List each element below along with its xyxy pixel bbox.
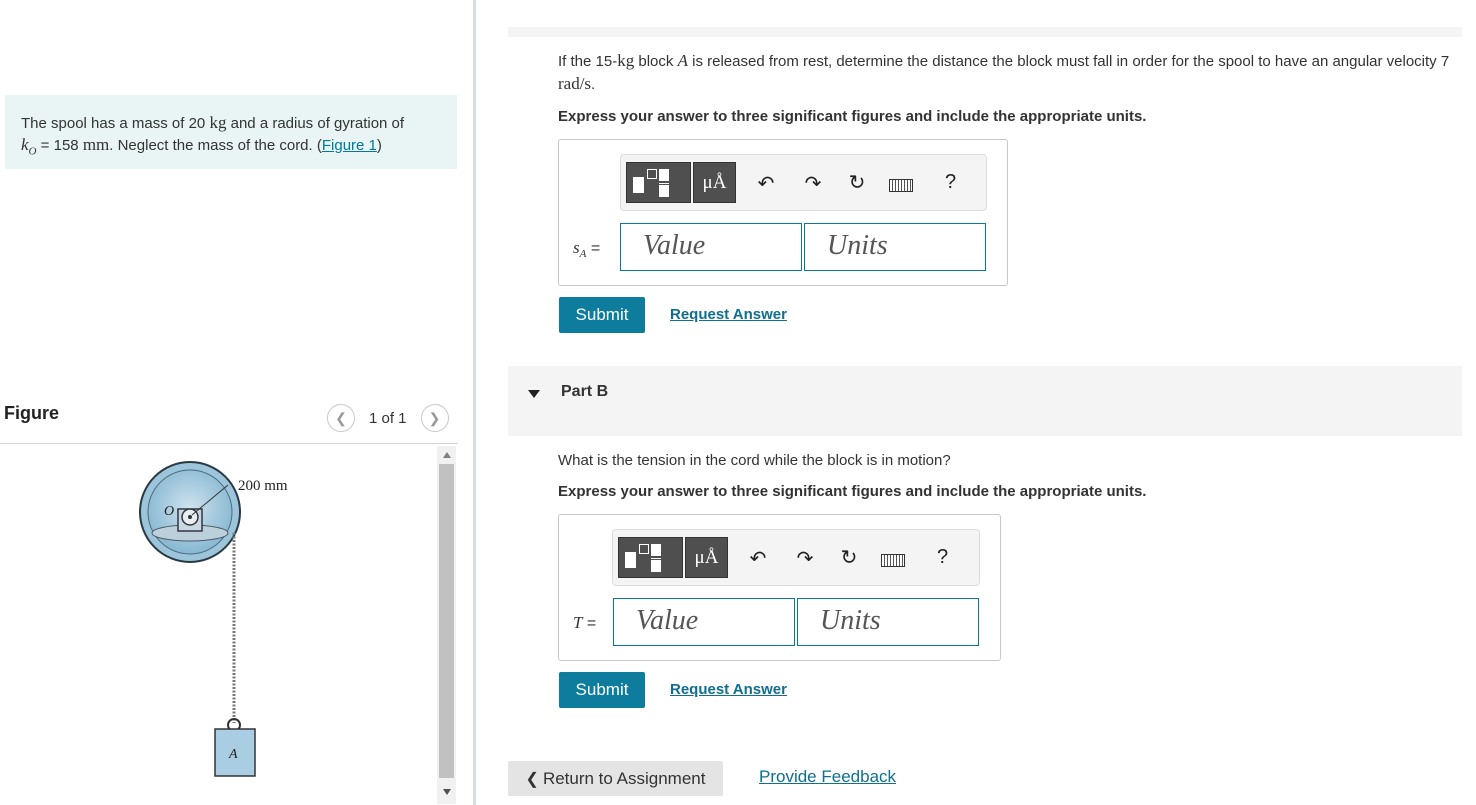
variable-label: T =: [573, 613, 597, 632]
provide-feedback-link[interactable]: Provide Feedback: [759, 767, 896, 787]
value-input[interactable]: Value: [613, 598, 795, 646]
math-toolbar: μÅ ↶ ↷ ↻ ?: [612, 529, 980, 586]
scroll-up-icon[interactable]: [443, 452, 451, 458]
request-answer-link[interactable]: Request Answer: [670, 306, 787, 323]
submit-button[interactable]: Submit: [559, 297, 645, 333]
problem-statement: The spool has a mass of 20 kg and a radi…: [5, 95, 457, 169]
variable-label: sA =: [573, 238, 601, 261]
units-input[interactable]: Units: [797, 598, 979, 646]
figure-title: Figure: [4, 403, 60, 423]
statement-text: . Neglect the mass of the cord. (: [109, 137, 322, 154]
return-to-assignment-button[interactable]: ❮ Return to Assignment: [508, 761, 723, 796]
mass-unit: kg: [209, 113, 227, 132]
collapse-triangle-icon[interactable]: [528, 390, 540, 398]
statement-text: The spool has a mass of 20: [21, 115, 206, 132]
chevron-left-icon: ❮: [525, 770, 539, 788]
reset-icon[interactable]: ↻: [845, 170, 869, 195]
part-a-question: If the 15-kg block A is released from re…: [558, 51, 1450, 93]
center-label: O: [164, 504, 174, 519]
k-symbol: kO: [21, 135, 37, 158]
redo-icon[interactable]: ↷: [801, 171, 825, 196]
block-label: A: [228, 747, 238, 762]
figure-pager: ❮ 1 of 1 ❯: [327, 403, 449, 433]
scrollbar-thumb[interactable]: [439, 464, 454, 778]
radius-label: 200 mm: [238, 478, 288, 494]
return-label: Return to Assignment: [542, 768, 706, 788]
templates-icon[interactable]: [618, 537, 683, 578]
part-a-instruction: Express your answer to three significant…: [558, 108, 1147, 125]
help-icon[interactable]: ?: [945, 171, 956, 194]
reset-icon[interactable]: ↻: [837, 545, 861, 570]
request-answer-link[interactable]: Request Answer: [670, 681, 787, 698]
part-b-label[interactable]: Part B: [561, 383, 608, 401]
chevron-left-icon[interactable]: ❮: [327, 404, 355, 432]
scroll-down-icon[interactable]: [443, 789, 451, 795]
k-unit: mm: [82, 135, 110, 154]
units-input[interactable]: Units: [804, 223, 986, 271]
units-icon[interactable]: μÅ: [693, 162, 736, 203]
part-b-instruction: Express your answer to three significant…: [558, 483, 1147, 500]
spool-figure: 200 mm O A: [139, 461, 288, 777]
redo-icon[interactable]: ↷: [793, 546, 817, 571]
divider: [0, 443, 458, 444]
header-strip: [508, 27, 1462, 37]
undo-icon[interactable]: ↶: [754, 171, 778, 196]
part-a-answer-box: μÅ ↶ ↷ ↻ ? sA = Value Units: [558, 139, 1008, 286]
submit-button[interactable]: Submit: [559, 672, 645, 708]
value-input[interactable]: Value: [620, 223, 802, 271]
undo-icon[interactable]: ↶: [746, 546, 770, 571]
pane-divider[interactable]: [473, 0, 476, 805]
keyboard-icon[interactable]: [889, 179, 913, 192]
figure-link[interactable]: Figure 1: [322, 137, 377, 154]
statement-text: and a radius of gyration of: [230, 115, 405, 132]
math-toolbar: μÅ ↶ ↷ ↻ ?: [620, 154, 987, 211]
chevron-right-icon[interactable]: ❯: [420, 404, 449, 432]
k-value: = 158: [40, 137, 79, 154]
units-icon[interactable]: μÅ: [685, 537, 728, 578]
help-icon[interactable]: ?: [937, 546, 948, 569]
pager-text: 1 of 1: [369, 409, 407, 427]
templates-icon[interactable]: [626, 162, 691, 203]
part-b-question: What is the tension in the cord while th…: [558, 452, 951, 469]
part-b-header[interactable]: [508, 366, 1462, 436]
keyboard-icon[interactable]: [881, 554, 905, 567]
part-b-answer-box: μÅ ↶ ↷ ↻ ? T = Value Units: [558, 514, 1001, 661]
